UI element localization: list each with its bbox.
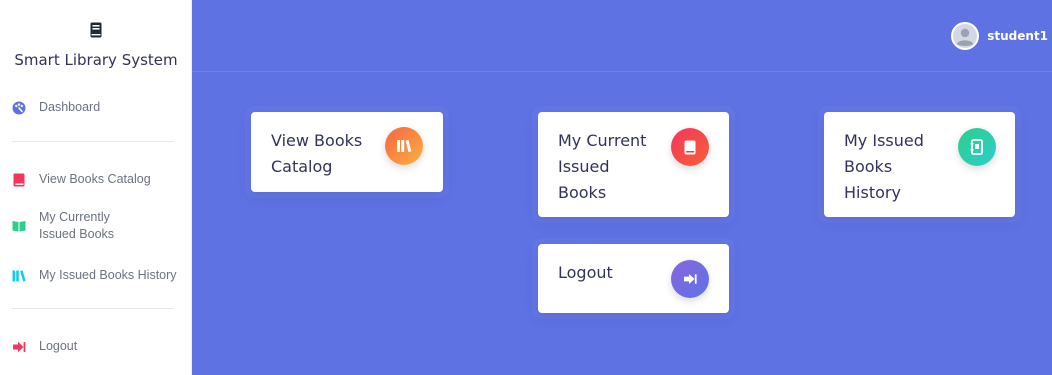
sidebar-item-label: My Currently Issued Books [39, 210, 115, 241]
main-content: student1 View Books Catalog My Current I… [192, 0, 1052, 375]
brand-title: Smart Library System [14, 51, 178, 69]
card-title: My Issued Books History [844, 131, 924, 202]
book-icon [12, 173, 26, 187]
sidebar-item-currently-issued[interactable]: My Currently Issued Books [12, 209, 180, 243]
user-name: student1 [987, 29, 1048, 43]
sidebar-item-label: Dashboard [39, 100, 101, 114]
card-title: My Current Issued Books [558, 131, 647, 202]
sidebar-item-view-books-catalog[interactable]: View Books Catalog [12, 171, 180, 188]
user-menu[interactable]: student1 [951, 22, 1048, 50]
brand[interactable]: Smart Library System [0, 22, 192, 69]
book-icon [671, 128, 709, 166]
sign-out-icon [12, 340, 26, 354]
sidebar-item-logout[interactable]: Logout [12, 338, 180, 355]
sidebar-item-label: View Books Catalog [39, 172, 151, 186]
sidebar-item-label: Logout [39, 339, 78, 353]
sign-out-icon [671, 260, 709, 298]
sidebar-divider [12, 141, 174, 142]
card-my-current-issued-books[interactable]: My Current Issued Books [538, 112, 729, 217]
sidebar: Smart Library System Dashboard View Book… [0, 0, 192, 375]
avatar [951, 22, 980, 50]
palette-dashboard-icon [12, 101, 26, 115]
card-title: Logout [558, 263, 613, 282]
card-view-books-catalog[interactable]: View Books Catalog [251, 112, 443, 192]
top-navbar: student1 [192, 0, 1052, 72]
address-book-icon [958, 128, 996, 166]
card-my-issued-books-history[interactable]: My Issued Books History [824, 112, 1015, 217]
card-logout[interactable]: Logout [538, 244, 729, 313]
books-shelf-icon [385, 127, 423, 165]
sidebar-item-label: My Issued Books History [39, 268, 177, 282]
open-book-icon [12, 219, 26, 233]
books-shelf-icon [12, 269, 26, 283]
user-icon [953, 24, 978, 48]
sidebar-divider [12, 308, 174, 309]
sidebar-item-issued-history[interactable]: My Issued Books History [12, 267, 180, 284]
card-title: View Books Catalog [271, 131, 363, 176]
sidebar-item-dashboard[interactable]: Dashboard [12, 99, 180, 116]
book-icon [90, 22, 102, 38]
